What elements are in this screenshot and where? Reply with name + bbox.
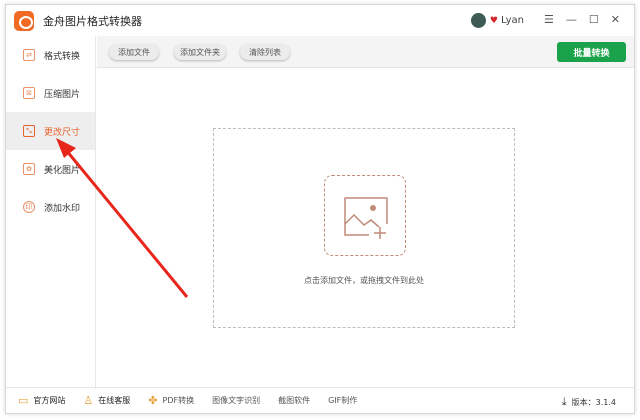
add-image-button[interactable] xyxy=(324,175,406,256)
watermark-icon: 印 xyxy=(23,201,35,213)
gif-link[interactable]: GIF制作 xyxy=(328,395,357,406)
sidebar-item-watermark[interactable]: 印添加水印 xyxy=(6,188,95,226)
app-window: 金舟图片格式转换器 ♥ Lyan ☰ — ☐ ✕ ⇄ 格式转换 ⊠ 压缩图片 ⤡ 更改… xyxy=(5,4,635,414)
person-icon: ♙ xyxy=(83,394,94,407)
toolbar: 添加文件 添加文件夹 清除列表 批量转换 xyxy=(97,36,634,68)
website-label: 官方网站 xyxy=(33,396,66,405)
username[interactable]: Lyan xyxy=(501,15,524,26)
screenshot-link[interactable]: 截图软件 xyxy=(278,395,310,406)
version-info[interactable]: ⤓ 版本：3.1.4 xyxy=(562,395,616,409)
sidebar-item-compress[interactable]: ⊠ 压缩图片 xyxy=(6,74,95,112)
beautify-icon: ✿ xyxy=(23,163,35,175)
drop-zone[interactable]: 点击添加文件，或拖拽文件到此处 xyxy=(213,128,515,328)
monitor-icon: ▭ xyxy=(18,394,29,407)
sidebar-item-label: 更改尺寸 xyxy=(44,127,81,138)
ocr-link[interactable]: 图像文字识别 xyxy=(212,395,260,406)
version-label: 版本：3.1.4 xyxy=(571,397,616,407)
sidebar-item-label: 美化图片 xyxy=(44,165,81,176)
clear-list-button[interactable]: 清除列表 xyxy=(240,44,290,60)
add-file-button[interactable]: 添加文件 xyxy=(109,44,159,60)
menu-icon[interactable]: ☰ xyxy=(544,13,554,26)
user-info[interactable]: ♥ Lyan xyxy=(470,13,524,28)
website-link[interactable]: ▭ 官方网站 xyxy=(18,394,65,407)
bottom-bar: ▭ 官方网站 ♙ 在线客服 ✤ PDF转换 图像文字识别 截图软件 GIF制作 ⤓ 版本… xyxy=(6,387,634,413)
sidebar: ⇄ 格式转换 ⊠ 压缩图片 ⤡ 更改尺寸 ✿ 美化图片 印添加水印 xyxy=(6,36,96,389)
pdf-label: PDF转换 xyxy=(162,396,195,405)
compress-icon: ⊠ xyxy=(23,87,35,99)
drop-hint: 点击添加文件，或拖拽文件到此处 xyxy=(304,276,424,285)
app-icon: ✤ xyxy=(148,394,158,407)
close-icon[interactable]: ✕ xyxy=(611,13,620,26)
support-link[interactable]: ♙ 在线客服 xyxy=(83,394,130,407)
avatar[interactable] xyxy=(470,13,486,28)
add-image-icon xyxy=(344,197,388,239)
add-folder-button[interactable]: 添加文件夹 xyxy=(174,44,226,60)
minimize-icon[interactable]: — xyxy=(566,13,577,26)
sidebar-item-beautify[interactable]: ✿ 美化图片 xyxy=(6,150,95,188)
title-bar: 金舟图片格式转换器 ♥ Lyan ☰ — ☐ ✕ xyxy=(6,5,634,36)
app-title: 金舟图片格式转换器 xyxy=(43,14,142,28)
vip-icon: ♥ xyxy=(489,15,498,26)
batch-convert-button[interactable]: 批量转换 xyxy=(557,42,626,62)
app-logo-icon xyxy=(14,10,34,31)
sidebar-item-resize[interactable]: ⤡ 更改尺寸 xyxy=(6,112,95,150)
sidebar-item-label: 格式转换 xyxy=(44,51,81,62)
download-icon: ⤓ xyxy=(561,395,567,408)
support-label: 在线客服 xyxy=(98,396,131,405)
format-convert-icon: ⇄ xyxy=(23,49,35,61)
maximize-icon[interactable]: ☐ xyxy=(589,13,599,26)
resize-icon: ⤡ xyxy=(23,125,35,137)
pdf-link[interactable]: ✤ PDF转换 xyxy=(148,394,194,407)
sidebar-item-format-convert[interactable]: ⇄ 格式转换 xyxy=(6,36,95,74)
sidebar-item-label: 添加水印 xyxy=(44,203,81,214)
sidebar-item-label: 压缩图片 xyxy=(44,89,81,100)
